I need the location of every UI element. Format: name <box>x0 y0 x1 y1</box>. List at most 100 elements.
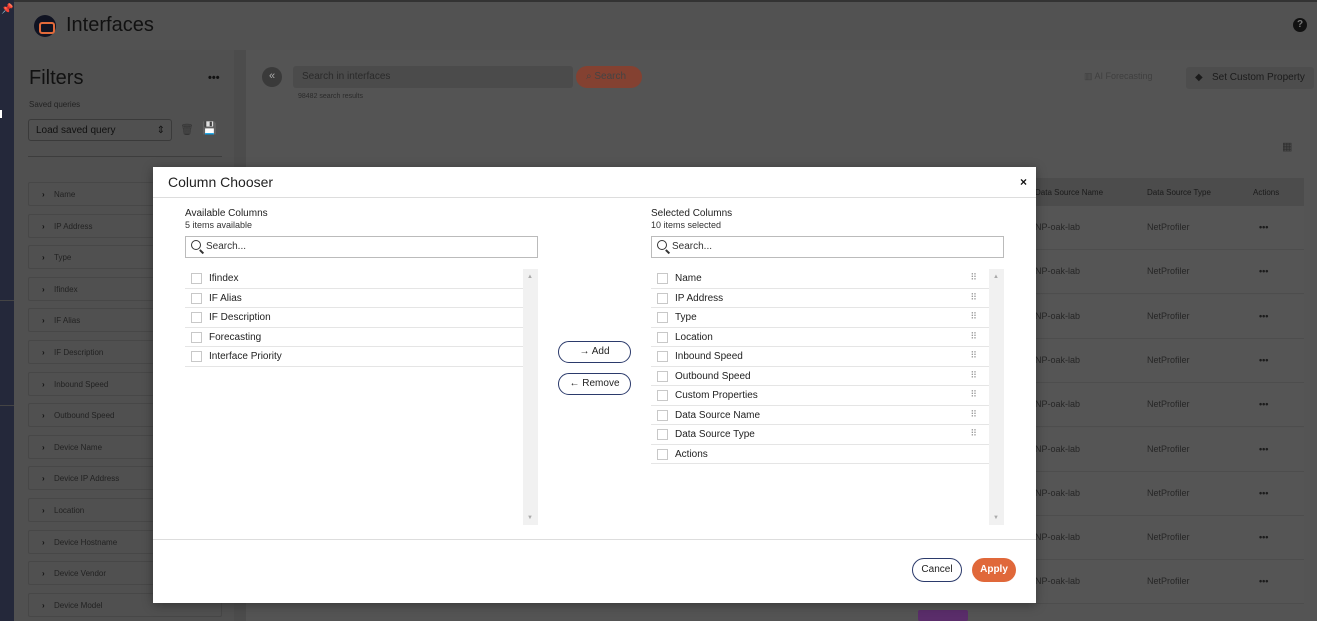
checkbox[interactable] <box>191 312 202 323</box>
available-column-item[interactable]: IF Description <box>185 308 523 328</box>
drag-handle-icon[interactable]: ⠿ <box>970 311 977 322</box>
table-row[interactable]: NP-oak-lab NetProfiler ••• <box>1035 294 1304 339</box>
row-actions-icon[interactable]: ••• <box>1259 444 1268 454</box>
data-source-name-cell: NP-oak-lab <box>1035 576 1081 587</box>
selected-column-item[interactable]: Inbound Speed ⠿ <box>651 347 989 367</box>
checkbox[interactable] <box>657 351 668 362</box>
table-row[interactable]: NP-oak-lab NetProfiler ••• <box>1035 427 1304 472</box>
column-label: Interface Priority <box>209 351 282 362</box>
checkbox[interactable] <box>191 273 202 284</box>
data-source-type-cell: NetProfiler <box>1147 487 1190 498</box>
selected-column-item[interactable]: Data Source Name ⠿ <box>651 406 989 425</box>
data-source-name-cell: NP-oak-lab <box>1035 222 1081 232</box>
chevron-right-icon: › <box>42 348 45 357</box>
add-button[interactable]: → Add <box>558 341 631 363</box>
checkbox[interactable] <box>657 409 668 421</box>
drag-handle-icon[interactable]: ⠿ <box>970 292 977 303</box>
checkbox[interactable] <box>191 331 202 343</box>
drag-handle-icon[interactable]: ⠿ <box>970 350 977 361</box>
table-row[interactable]: NP-oak-lab NetProfiler ••• <box>1035 560 1304 605</box>
selected-column-item[interactable]: Type ⠿ <box>651 308 989 328</box>
rail-active-indicator <box>0 110 2 118</box>
scroll-down-icon[interactable]: ▼ <box>993 515 999 521</box>
row-actions-icon[interactable]: ••• <box>1259 576 1268 586</box>
pin-icon[interactable]: 📌 <box>1 4 13 15</box>
row-actions-icon[interactable]: ••• <box>1259 532 1268 542</box>
selected-column-item[interactable]: IP Address ⠿ <box>651 289 989 308</box>
checkbox[interactable] <box>191 292 202 304</box>
selected-column-item[interactable]: Custom Properties ⠿ <box>651 386 989 406</box>
column-label: Actions <box>675 448 708 460</box>
apply-button[interactable]: Apply <box>972 558 1016 582</box>
available-column-item[interactable]: Ifindex <box>185 269 523 289</box>
checkbox[interactable] <box>657 312 668 323</box>
column-label: Type <box>675 312 697 323</box>
column-header-data-source-name[interactable]: Data Source Name <box>1035 188 1103 197</box>
table-row[interactable]: NP-oak-lab NetProfiler ••• <box>1035 383 1304 428</box>
search-button[interactable]: ⌕ Search <box>576 66 642 88</box>
column-label: Inbound Speed <box>675 351 743 362</box>
help-icon[interactable]: ? <box>1293 18 1307 32</box>
chevron-right-icon: › <box>42 379 45 389</box>
table-row[interactable]: NP-oak-lab NetProfiler ••• <box>1035 206 1304 250</box>
checkbox[interactable] <box>657 429 668 440</box>
ai-forecasting-label: AI Forecasting <box>1094 71 1153 81</box>
filters-more-icon[interactable]: ••• <box>208 72 220 84</box>
available-column-item[interactable]: Interface Priority <box>185 347 523 367</box>
row-actions-icon[interactable]: ••• <box>1259 222 1268 232</box>
drag-handle-icon[interactable]: ⠿ <box>970 409 977 420</box>
set-custom-property-button[interactable]: ◆ Set Custom Property <box>1186 67 1314 89</box>
row-actions-icon[interactable]: ••• <box>1259 399 1268 409</box>
checkbox[interactable] <box>657 448 668 460</box>
filter-item-label: IF Description <box>54 348 104 357</box>
row-actions-icon[interactable]: ••• <box>1259 266 1268 276</box>
drag-handle-icon[interactable]: ⠿ <box>970 389 977 400</box>
scroll-up-icon[interactable]: ▲ <box>527 274 533 280</box>
checkbox[interactable] <box>657 370 668 382</box>
table-row[interactable]: NP-oak-lab NetProfiler ••• <box>1035 516 1304 561</box>
drag-handle-icon[interactable]: ⠿ <box>970 370 977 381</box>
available-search-input[interactable]: Search... <box>185 236 538 258</box>
column-label: IF Alias <box>209 292 242 304</box>
drag-handle-icon[interactable]: ⠿ <box>970 331 977 342</box>
load-saved-query-select[interactable]: Load saved query ⇕ <box>28 119 172 141</box>
selected-search-input[interactable]: Search... <box>651 236 1004 258</box>
scroll-down-icon[interactable]: ▼ <box>527 515 533 521</box>
collapse-sidebar-icon[interactable]: « <box>262 67 282 87</box>
cancel-button[interactable]: Cancel <box>912 558 962 582</box>
selected-column-item[interactable]: Data Source Type ⠿ <box>651 425 989 445</box>
selected-columns-panel: Selected Columns 10 items selected Searc… <box>651 208 1004 525</box>
save-icon[interactable]: 💾 <box>202 121 217 135</box>
table-row[interactable]: NP-oak-lab NetProfiler ••• <box>1035 471 1304 516</box>
ai-forecasting-button[interactable]: ▥ AI Forecasting <box>1084 71 1153 82</box>
remove-button[interactable]: ← Remove <box>558 373 631 395</box>
selected-column-item[interactable]: Name ⠿ <box>651 269 989 289</box>
checkbox[interactable] <box>657 331 668 343</box>
drag-handle-icon[interactable]: ⠿ <box>970 272 977 283</box>
table-row[interactable]: NP-oak-lab NetProfiler ••• <box>1035 250 1304 295</box>
available-list-scrollbar[interactable]: ▲ ▼ <box>523 269 538 525</box>
selected-column-item[interactable]: Location ⠿ <box>651 328 989 347</box>
filter-item-label: Name <box>54 190 76 199</box>
column-header-data-source-type[interactable]: Data Source Type <box>1147 188 1211 197</box>
checkbox[interactable] <box>657 292 668 304</box>
column-chooser-icon[interactable]: ▦ <box>1282 140 1292 153</box>
checkbox[interactable] <box>191 351 202 362</box>
checkbox[interactable] <box>657 273 668 284</box>
row-actions-icon[interactable]: ••• <box>1259 488 1268 498</box>
available-column-item[interactable]: IF Alias <box>185 289 523 308</box>
available-column-item[interactable]: Forecasting <box>185 328 523 347</box>
drag-handle-icon[interactable]: ⠿ <box>970 428 977 439</box>
selected-list-scrollbar[interactable]: ▲ ▼ <box>989 269 1004 525</box>
selected-column-item[interactable]: Outbound Speed ⠿ <box>651 367 989 386</box>
scroll-up-icon[interactable]: ▲ <box>993 274 999 280</box>
chevron-right-icon: › <box>42 316 45 326</box>
interfaces-search-input[interactable]: Search in interfaces <box>293 66 573 88</box>
selected-column-item[interactable]: Actions <box>651 445 989 464</box>
row-actions-icon[interactable]: ••• <box>1259 311 1268 321</box>
row-actions-icon[interactable]: ••• <box>1259 355 1268 365</box>
close-icon[interactable]: × <box>1020 175 1027 189</box>
checkbox[interactable] <box>657 390 668 401</box>
trash-icon[interactable]: 🗑 <box>180 123 194 136</box>
table-row[interactable]: NP-oak-lab NetProfiler ••• <box>1035 338 1304 383</box>
